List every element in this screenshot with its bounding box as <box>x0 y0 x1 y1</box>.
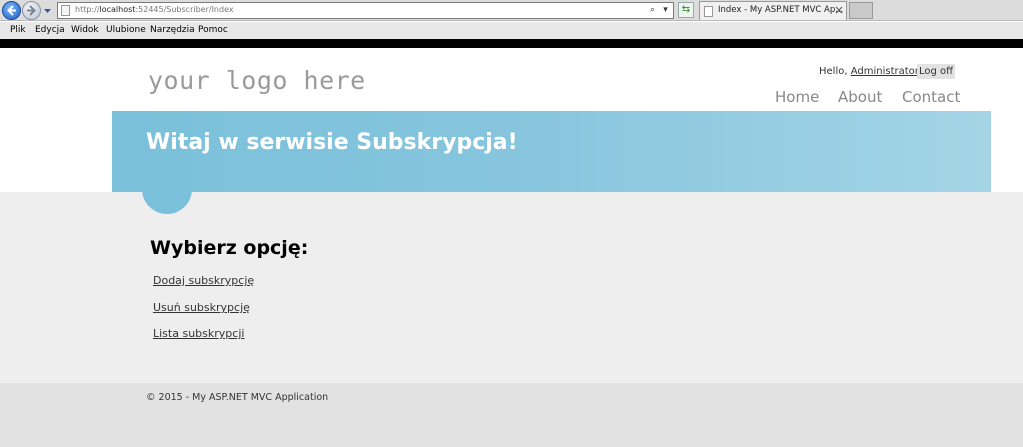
address-bar[interactable]: http://localhost:52445/Subscriber/Index … <box>57 2 674 19</box>
menu-item-pomoc[interactable]: Pomoc <box>198 25 228 35</box>
forward-arrow-icon <box>27 5 36 16</box>
browser-toolbar: http://localhost:52445/Subscriber/Index … <box>0 0 1023 21</box>
nav-contact[interactable]: Contact <box>902 88 960 106</box>
username-link[interactable]: Administrator <box>851 66 919 77</box>
add-subscription-link[interactable]: Dodaj subskrypcję <box>153 274 254 287</box>
copyright-text: © 2015 - My ASP.NET MVC Application <box>146 392 329 403</box>
address-dropdown-icon[interactable]: ▾ <box>660 4 671 17</box>
browser-tab[interactable]: Index - My ASP.NET MVC Ap... × <box>699 1 847 20</box>
subscription-list-link[interactable]: Lista subskrypcji <box>153 327 244 340</box>
site-logo[interactable]: your logo here <box>148 66 366 95</box>
search-icon[interactable]: ⌕ <box>647 4 658 17</box>
nav-home[interactable]: Home <box>775 88 819 106</box>
compatibility-refresh-button[interactable]: ⇆ <box>678 2 694 18</box>
page-heading: Wybierz opcję: <box>150 237 309 259</box>
banner-bubble <box>142 192 192 214</box>
logoff-button[interactable]: Log off <box>917 64 955 79</box>
back-button[interactable] <box>2 1 21 20</box>
menu-item-ulubione[interactable]: Ulubione <box>106 25 146 35</box>
featured-banner: Witaj w serwisie Subskrypcja! <box>112 111 991 192</box>
menu-item-narzedzia[interactable]: Narzędzia <box>150 25 195 35</box>
url-text[interactable]: http://localhost:52445/Subscriber/Index <box>75 5 234 14</box>
separator-bar <box>0 39 1023 48</box>
page-icon <box>61 5 70 16</box>
menu-item-edycja[interactable]: Edycja <box>35 25 65 35</box>
site-header: your logo here Hello, Administrator! Log… <box>0 48 1023 111</box>
banner-title: Witaj w serwisie Subskrypcja! <box>146 130 518 155</box>
site-footer: © 2015 - My ASP.NET MVC Application <box>0 383 1023 447</box>
new-tab-button[interactable] <box>849 2 873 19</box>
main-content: Wybierz opcję: Dodaj subskrypcję Usuń su… <box>0 192 1023 383</box>
menu-bar: Plik Edycja Widok Ulubione Narzędzia Pom… <box>0 22 1023 39</box>
tab-title: Index - My ASP.NET MVC Ap... <box>718 5 844 15</box>
forward-button[interactable] <box>22 1 41 20</box>
page-icon <box>704 6 713 17</box>
nav-about[interactable]: About <box>838 88 882 106</box>
history-dropdown-icon[interactable] <box>43 6 52 15</box>
back-arrow-icon <box>7 5 16 16</box>
login-greeting: Hello, Administrator! <box>819 66 923 77</box>
menu-item-plik[interactable]: Plik <box>10 25 26 35</box>
close-icon[interactable]: × <box>834 3 844 17</box>
menu-item-widok[interactable]: Widok <box>71 25 99 35</box>
remove-subscription-link[interactable]: Usuń subskrypcję <box>153 301 250 314</box>
